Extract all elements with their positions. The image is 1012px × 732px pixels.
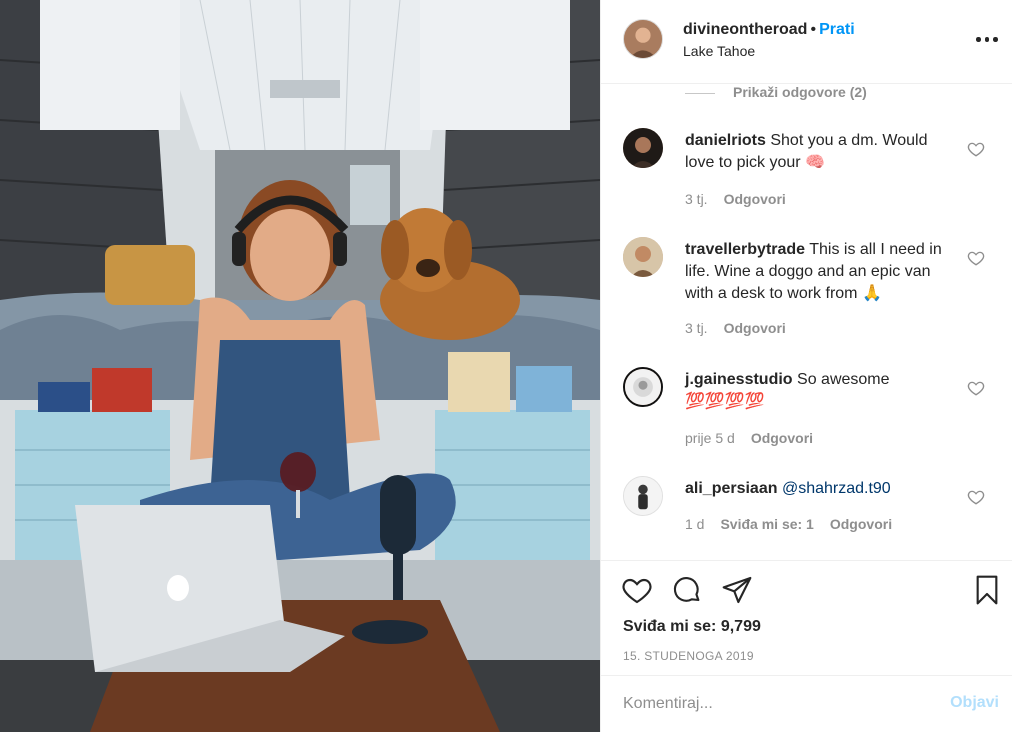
owner-username[interactable]: divineontheroad: [683, 21, 807, 38]
more-options-icon[interactable]: [975, 28, 999, 52]
commenter-avatar[interactable]: [623, 476, 663, 516]
comment-like-heart-icon[interactable]: [967, 379, 985, 397]
reply-button[interactable]: Odgovori: [751, 430, 813, 446]
post-photo[interactable]: [0, 0, 600, 732]
post-comment-button[interactable]: Objavi: [950, 694, 999, 712]
comment-time[interactable]: prije 5 d: [685, 430, 735, 446]
view-replies-label: Prikaži odgovore (2): [733, 84, 867, 100]
heart-icon[interactable]: [621, 574, 653, 606]
comment-like-heart-icon[interactable]: [967, 249, 985, 267]
owner-avatar[interactable]: [623, 19, 663, 59]
comment-likes-count[interactable]: Sviđa mi se: 1: [720, 516, 813, 532]
comments-list[interactable]: Prikaži odgovore (2) danielriots Shot yo…: [601, 84, 1012, 560]
commenter-avatar[interactable]: [623, 237, 663, 277]
comment-input[interactable]: [623, 691, 923, 717]
comment-meta: 3 tj. Odgovori: [685, 320, 802, 336]
commenter-avatar[interactable]: [623, 367, 663, 407]
comment-username[interactable]: travellerbytrade: [685, 241, 805, 258]
view-replies-button[interactable]: Prikaži odgovore (2): [685, 84, 867, 100]
comment-time[interactable]: 3 tj.: [685, 320, 708, 336]
replies-line: [685, 92, 715, 94]
share-icon[interactable]: [721, 574, 753, 606]
bookmark-icon[interactable]: [971, 574, 1003, 606]
add-comment-bar: Objavi: [601, 676, 1012, 732]
post-location[interactable]: Lake Tahoe: [683, 43, 755, 59]
comment-username[interactable]: j.gainesstudio: [685, 371, 793, 388]
comment-meta: prije 5 d Odgovori: [685, 430, 829, 446]
post-header: divineontheroad • Prati Lake Tahoe: [601, 0, 1012, 84]
comment-text: j.gainesstudio So awesome 💯💯💯💯: [685, 369, 953, 413]
comment-time[interactable]: 3 tj.: [685, 191, 708, 207]
follow-button[interactable]: Prati: [819, 21, 855, 38]
comment-text: danielriots Shot you a dm. Would love to…: [685, 130, 953, 174]
comment-text: ali_persiaan @shahrzad.t90: [685, 478, 953, 500]
owner-line: divineontheroad • Prati: [683, 21, 855, 39]
comment-like-heart-icon[interactable]: [967, 488, 985, 506]
post-actions: Sviđa mi se: 9,799 15. STUDENOGA 2019: [601, 560, 1012, 676]
post-date: 15. STUDENOGA 2019: [623, 649, 754, 663]
separator-dot: •: [810, 21, 817, 38]
comment-like-heart-icon[interactable]: [967, 140, 985, 158]
post-panel: divineontheroad • Prati Lake Tahoe Prikaži…: [600, 0, 1012, 732]
reply-button[interactable]: Odgovori: [830, 516, 892, 532]
comment-text: travellerbytrade This is all I need in l…: [685, 239, 953, 305]
reply-button[interactable]: Odgovori: [724, 191, 786, 207]
comment-meta: 1 d Sviđa mi se: 1 Odgovori: [685, 516, 908, 532]
comment-meta: 3 tj. Odgovori: [685, 191, 802, 207]
comment-username[interactable]: danielriots: [685, 132, 766, 149]
comment-username[interactable]: ali_persiaan: [685, 480, 778, 497]
commenter-avatar[interactable]: [623, 128, 663, 168]
reply-button[interactable]: Odgovori: [724, 320, 786, 336]
comment-icon[interactable]: [671, 574, 703, 606]
likes-count[interactable]: Sviđa mi se: 9,799: [623, 618, 761, 636]
comment-mention[interactable]: @shahrzad.t90: [782, 480, 891, 497]
comment-time[interactable]: 1 d: [685, 516, 704, 532]
van-photo-illustration: [0, 0, 600, 732]
